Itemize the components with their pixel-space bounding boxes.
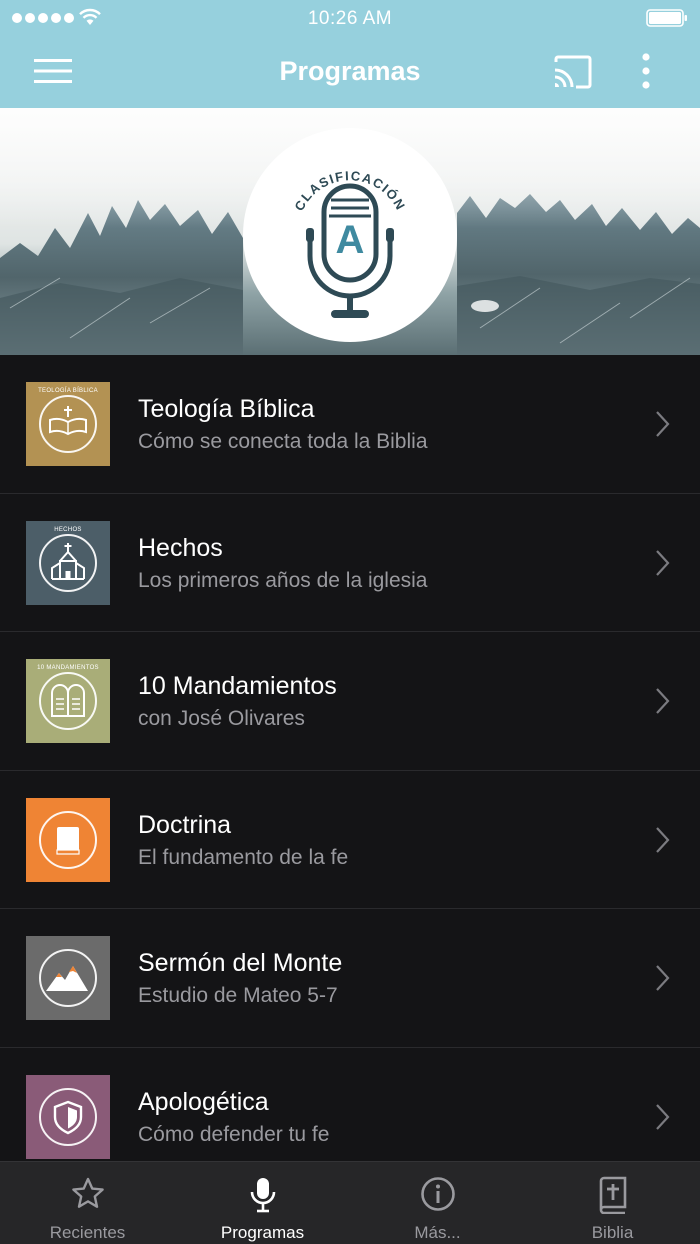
- chevron-right-icon: [656, 688, 670, 714]
- status-time: 10:26 AM: [307, 8, 393, 29]
- program-subtitle: Cómo se conecta toda la Biblia: [138, 430, 428, 453]
- program-row-doctrina[interactable]: Doctrina El fundamento de la fe: [0, 770, 700, 909]
- status-bar: 10:26 AM: [0, 0, 700, 36]
- nav-bar: Programas: [0, 36, 700, 108]
- program-row-sermon-del-monte[interactable]: Sermón del Monte Estudio de Mateo 5-7: [0, 909, 700, 1048]
- program-title: Sermón del Monte: [138, 949, 343, 977]
- program-thumbnail: [26, 936, 110, 1020]
- program-row-teologia-biblica[interactable]: TEOLOGÍA BÍBLICA Teología Bíblica Cómo s…: [0, 355, 700, 494]
- tab-label: Biblia: [591, 1223, 634, 1242]
- chevron-right-icon: [656, 826, 670, 853]
- program-title: Hechos: [138, 533, 223, 562]
- bible-icon: [599, 1176, 627, 1214]
- chevron-right-icon: [656, 1103, 670, 1130]
- program-title: Apologética: [138, 1087, 269, 1116]
- tab-bar: Recientes Programas Más... Biblia: [0, 1161, 700, 1244]
- shield-icon: [53, 1100, 83, 1134]
- program-thumbnail: [26, 1074, 110, 1159]
- tab-label: Programas: [220, 1223, 305, 1242]
- battery-icon: [646, 9, 687, 27]
- program-subtitle: Estudio de Mateo 5-7: [138, 984, 338, 1007]
- microphone-logo-icon: CLASIFICACIÓN A: [291, 168, 407, 318]
- program-title: 10 Mandamientos: [138, 672, 337, 700]
- tab-biblia[interactable]: Biblia: [525, 1162, 700, 1244]
- logo-letter: A: [336, 218, 365, 262]
- chevron-right-icon: [656, 549, 670, 576]
- program-subtitle: con José Olivares: [138, 707, 305, 730]
- program-thumbnail: 10 MANDAMIENTOS: [26, 659, 110, 743]
- microphone-icon: [250, 1178, 276, 1213]
- chevron-right-icon: [656, 965, 670, 991]
- book-icon: [56, 826, 80, 855]
- star-icon: [72, 1177, 104, 1208]
- program-thumbnail: [26, 797, 110, 882]
- mountain-icon: [46, 966, 88, 991]
- program-subtitle: Los primeros años de la iglesia: [138, 568, 428, 592]
- program-row-10-mandamientos[interactable]: 10 MANDAMIENTOS 10 Mandamientos con José…: [0, 632, 700, 771]
- program-row-hechos[interactable]: HECHOS Hechos Los primeros años de la ig…: [0, 493, 700, 632]
- more-options-icon[interactable]: [634, 52, 658, 92]
- podcast-logo: CLASIFICACIÓN A: [243, 128, 457, 342]
- tab-programas[interactable]: Programas: [175, 1162, 350, 1244]
- tab-recientes[interactable]: Recientes: [0, 1162, 175, 1244]
- program-title: Doctrina: [138, 810, 232, 839]
- tab-label: Recientes: [49, 1223, 126, 1242]
- program-subtitle: El fundamento de la fe: [138, 845, 349, 869]
- chevron-right-icon: [656, 411, 670, 437]
- info-icon: [421, 1177, 455, 1211]
- hero-banner: CLASIFICACIÓN A: [0, 108, 700, 355]
- program-list: TEOLOGÍA BÍBLICA Teología Bíblica Cómo s…: [0, 355, 700, 1186]
- church-icon: [51, 542, 85, 580]
- open-bible-icon: [49, 406, 87, 436]
- program-subtitle: Cómo defender tu fe: [138, 1122, 330, 1146]
- cast-icon[interactable]: [552, 54, 594, 90]
- program-thumbnail: TEOLOGÍA BÍBLICA: [26, 382, 110, 466]
- program-title: Teología Bíblica: [138, 395, 315, 423]
- page-title: Programas: [279, 56, 421, 86]
- tab-label: Más...: [414, 1223, 461, 1242]
- tab-mas[interactable]: Más...: [350, 1162, 525, 1244]
- program-thumbnail: HECHOS: [26, 520, 110, 605]
- tablets-icon: [51, 684, 85, 717]
